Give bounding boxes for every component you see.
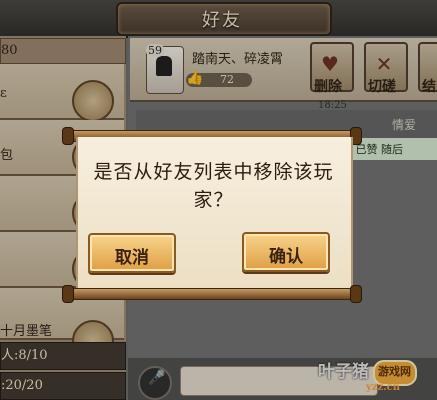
- cancel-label: 取消: [115, 248, 149, 268]
- scroll-bottom-left-end: [62, 285, 74, 303]
- dialog-question: 是否从好友列表中移除该玩家？: [93, 161, 334, 211]
- confirm-label: 确认: [269, 247, 303, 267]
- scroll-bottom-rod: [68, 288, 360, 300]
- cancel-button[interactable]: 取消: [88, 233, 176, 273]
- confirm-button[interactable]: 确认: [242, 232, 330, 272]
- scroll-top-left-end: [62, 127, 74, 145]
- scroll-bottom-right-end: [350, 285, 362, 303]
